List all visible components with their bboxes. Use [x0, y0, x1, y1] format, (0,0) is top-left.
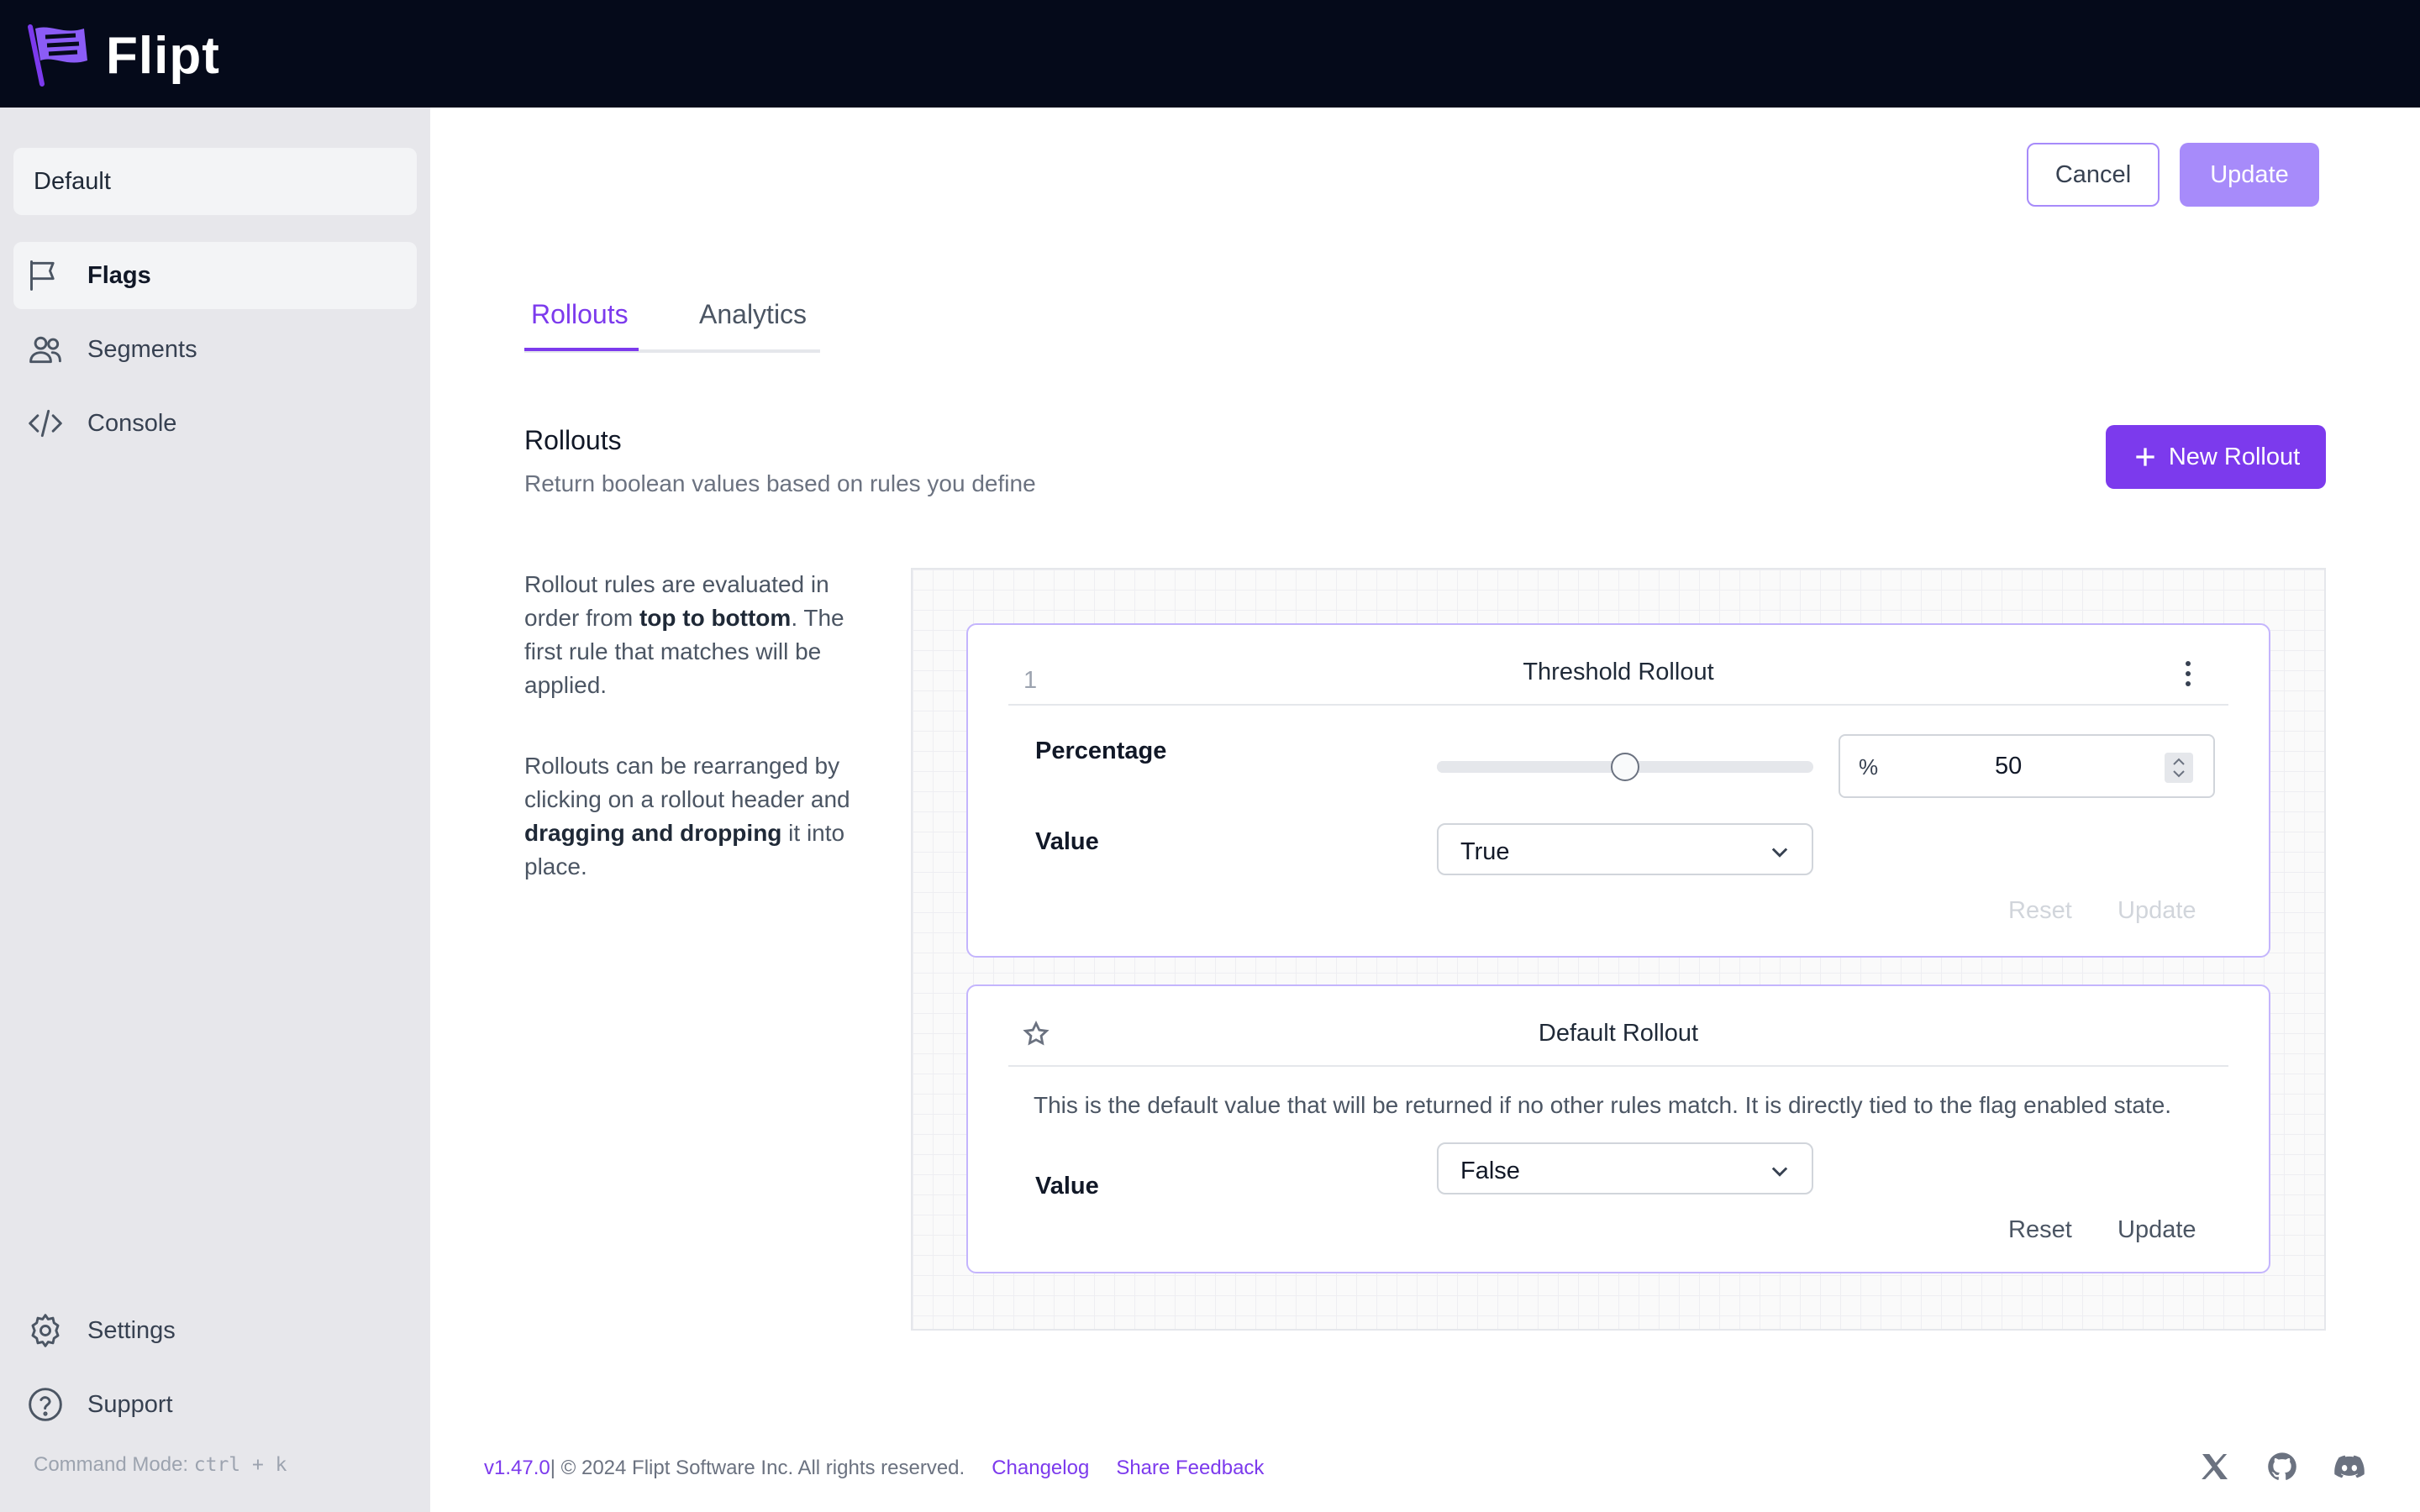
flipt-logo-icon — [28, 24, 87, 87]
stepper-chevrons-icon — [2173, 758, 2185, 778]
github-icon[interactable] — [2265, 1450, 2299, 1483]
command-mode-hint: Command Mode: ctrl + k — [34, 1453, 287, 1477]
footer: v1.47.0 | © 2024 Flipt Software Inc. All… — [484, 1457, 1264, 1480]
value-label: Value — [1035, 828, 1099, 855]
sidebar-item-label: Console — [87, 409, 177, 437]
tab-bar: Rollouts Analytics — [524, 289, 820, 353]
new-rollout-label: New Rollout — [2168, 443, 2301, 470]
help-circle-icon — [29, 1388, 62, 1421]
slider-thumb[interactable] — [1611, 753, 1639, 781]
rollout-title: Default Rollout — [1538, 1020, 1699, 1047]
discord-icon[interactable] — [2333, 1450, 2366, 1483]
top-bar: Flipt — [0, 0, 2420, 108]
reset-button[interactable]: Reset — [2008, 1216, 2072, 1244]
active-tab-indicator — [524, 348, 639, 351]
tab-rollouts[interactable]: Rollouts — [531, 299, 629, 330]
section-title: Rollouts — [524, 425, 622, 455]
copyright-text: | © 2024 Flipt Software Inc. All rights … — [550, 1457, 965, 1479]
sidebar-item-label: Segments — [87, 335, 197, 363]
x-icon[interactable] — [2198, 1450, 2232, 1483]
sidebar-item-flags[interactable]: Flags — [13, 242, 417, 309]
more-options-icon[interactable] — [2181, 657, 2195, 690]
help-text-order: Rollout rules are evaluated in order fro… — [524, 568, 877, 702]
update-button[interactable]: Update — [2180, 143, 2319, 207]
percentage-label: Percentage — [1035, 738, 1167, 764]
sidebar-item-support[interactable]: Support — [13, 1371, 417, 1438]
section-description: Return boolean values based on rules you… — [524, 470, 1036, 496]
default-value-select[interactable]: False — [1437, 1142, 1813, 1194]
sidebar-item-console[interactable]: Console — [13, 390, 417, 457]
chevron-down-icon — [1771, 848, 1788, 858]
rollout-header: Default Rollout — [1008, 986, 2228, 1067]
sidebar-item-label: Support — [87, 1390, 173, 1418]
reset-button[interactable]: Reset — [2008, 897, 2072, 925]
number-stepper[interactable] — [2165, 753, 2193, 783]
selected-value: True — [1460, 838, 1510, 865]
percent-symbol: % — [1859, 754, 1879, 780]
sidebar-item-label: Flags — [87, 261, 151, 289]
tab-analytics[interactable]: Analytics — [699, 299, 807, 330]
command-mode-label: Command Mode: — [34, 1453, 189, 1476]
threshold-value-select[interactable]: True — [1437, 823, 1813, 875]
namespace-selector[interactable]: Default — [13, 148, 417, 215]
sidebar: Default Flags Segments Console Settings … — [0, 108, 430, 1512]
flipt-logo[interactable]: Flipt — [25, 22, 220, 89]
cancel-button[interactable]: Cancel — [2027, 143, 2160, 207]
gear-icon — [31, 1314, 60, 1347]
version-link[interactable]: v1.47.0 — [484, 1457, 550, 1480]
changelog-link[interactable]: Changelog — [992, 1457, 1089, 1480]
users-icon — [29, 336, 61, 364]
sidebar-item-settings[interactable]: Settings — [13, 1297, 417, 1364]
help-text-part: Rollouts can be rearranged by clicking o… — [524, 753, 850, 812]
default-rollout-card: Default Rollout This is the default valu… — [966, 984, 2270, 1273]
help-text-reorder: Rollouts can be rearranged by clicking o… — [524, 749, 877, 884]
chevron-down-icon — [1771, 1167, 1788, 1177]
default-rollout-description: This is the default value that will be r… — [1034, 1092, 2172, 1118]
percentage-value: 50 — [1995, 753, 2023, 780]
brand-name: Flipt — [106, 26, 220, 85]
code-icon — [29, 409, 62, 438]
help-text-emphasis: top to bottom — [639, 605, 792, 631]
rollouts-board: 1 Threshold Rollout Percentage % 50 Valu… — [911, 568, 2326, 1331]
new-rollout-button[interactable]: New Rollout — [2106, 425, 2326, 489]
sidebar-item-label: Settings — [87, 1316, 176, 1344]
threshold-rollout-card: 1 Threshold Rollout Percentage % 50 Valu… — [966, 623, 2270, 958]
rollout-header[interactable]: 1 Threshold Rollout — [1008, 625, 2228, 706]
sidebar-item-segments[interactable]: Segments — [13, 316, 417, 383]
selected-value: False — [1460, 1158, 1520, 1184]
command-mode-keys: ctrl + k — [193, 1454, 287, 1476]
flag-icon — [30, 260, 55, 291]
rollout-title: Threshold Rollout — [1523, 659, 1714, 685]
value-label: Value — [1035, 1173, 1099, 1200]
rollout-update-button[interactable]: Update — [2118, 1216, 2196, 1244]
percentage-slider[interactable] — [1437, 753, 1813, 781]
plus-icon — [2136, 448, 2154, 466]
rollout-update-button[interactable]: Update — [2118, 897, 2196, 925]
percentage-input[interactable]: % 50 — [1839, 734, 2215, 798]
share-feedback-link[interactable]: Share Feedback — [1116, 1457, 1264, 1480]
help-text-emphasis: dragging and dropping — [524, 820, 782, 846]
slider-fill — [1437, 761, 1625, 773]
